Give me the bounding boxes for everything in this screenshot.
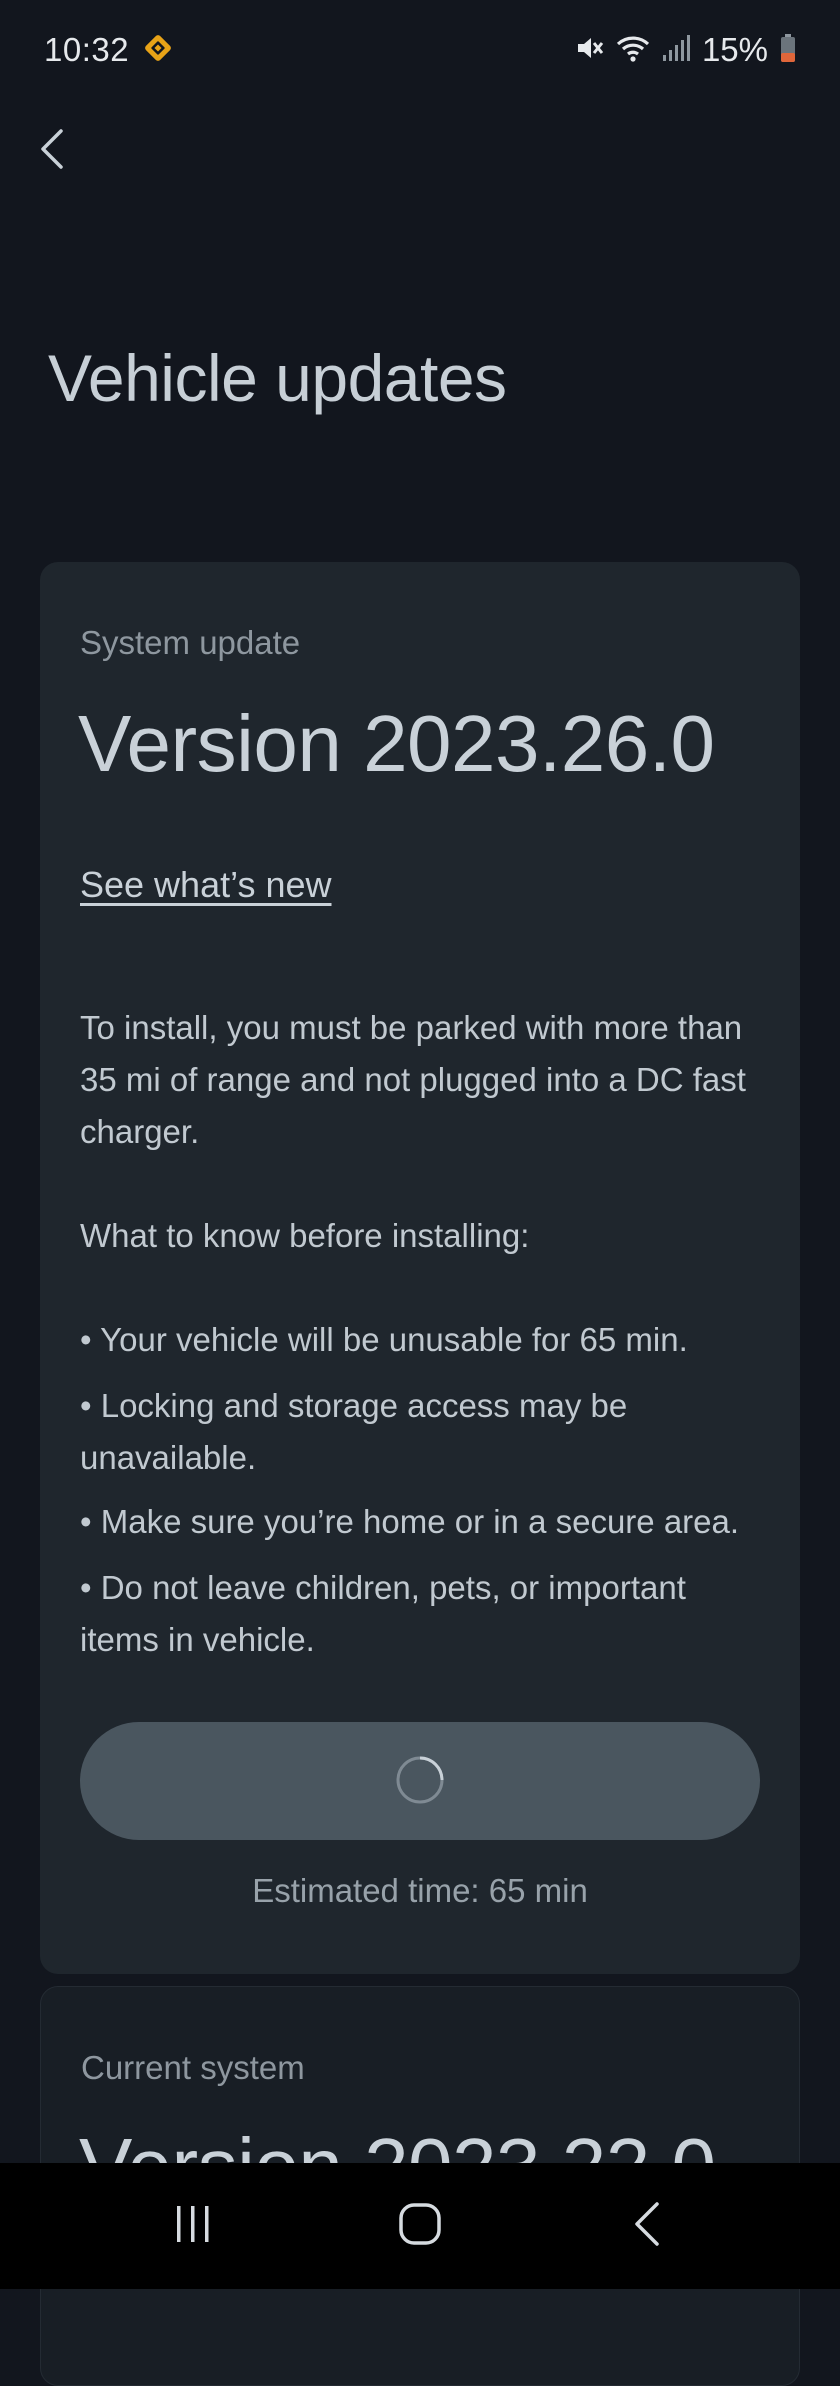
battery-percent: 15% [701,31,768,68]
status-bar-left: 10:32 [44,31,175,70]
bullet-item: • Your vehicle will be unusable for 65 m… [80,1321,688,1358]
bullet-item: • Make sure you’re home or in a secure a… [80,1503,740,1540]
notification-app-icon [141,31,175,70]
battery-low-icon [780,33,796,68]
home-icon [397,2201,443,2252]
status-bar-right: 15% [574,31,796,69]
back-icon [632,2200,662,2253]
loading-spinner-icon [394,1754,446,1809]
install-button[interactable] [80,1722,760,1840]
chevron-left-icon [39,127,65,176]
system-update-label: System update [80,624,301,661]
page-title: Vehicle updates [48,341,507,415]
recent-apps-button[interactable] [148,2186,238,2266]
system-back-button[interactable] [602,2186,692,2266]
new-version-title: Version 2023.26.0 [78,699,715,788]
bullet-item: • Do not leave children, pets, or import… [80,1569,686,1658]
home-button[interactable] [375,2186,465,2266]
current-system-label: Current system [81,2049,305,2086]
see-whats-new-link[interactable]: See what’s new [80,864,332,906]
mute-icon [574,33,604,68]
before-installing-heading: What to know before installing: [80,1217,530,1254]
navigation-bar [0,2163,840,2289]
estimated-time: Estimated time: 65 min [252,1872,588,1909]
back-button[interactable] [28,118,76,184]
wifi-icon [616,33,650,68]
status-time: 10:32 [44,31,130,68]
recent-apps-icon [171,2202,215,2251]
system-update-card: System update Version 2023.26.0 See what… [40,562,800,1974]
install-requirements-text: To install, you must be parked with more… [80,1009,746,1150]
signal-icon [662,33,690,68]
bullet-item: • Locking and storage access may be unav… [80,1387,628,1476]
status-bar: 10:32 15% [0,0,840,100]
